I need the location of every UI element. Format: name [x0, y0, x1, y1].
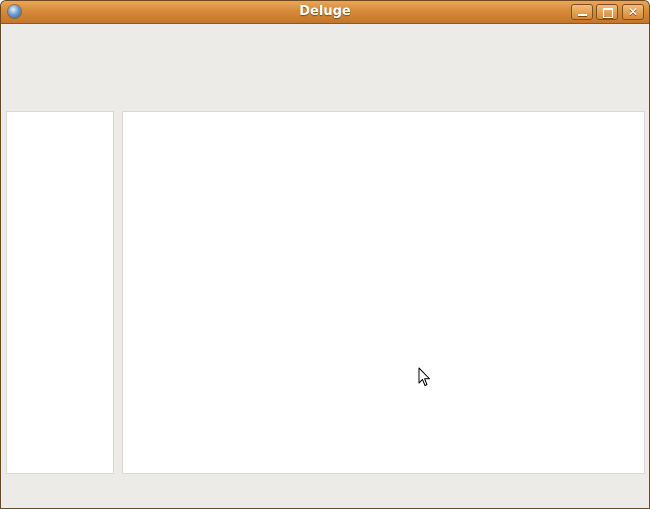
torrent-list-pane[interactable]: [122, 111, 645, 474]
sidebar-pane[interactable]: [6, 111, 114, 474]
close-button[interactable]: ✕: [622, 4, 644, 20]
toolbar-area: [1, 24, 649, 109]
minimize-icon: [578, 14, 587, 16]
status-bar: [1, 475, 649, 508]
minimize-button[interactable]: [571, 4, 593, 20]
close-icon: ✕: [627, 5, 639, 19]
maximize-button[interactable]: [596, 4, 618, 20]
window-title: Deluge: [299, 4, 351, 19]
mouse-pointer-icon: [418, 367, 430, 386]
title-bar[interactable]: Deluge ✕: [1, 1, 649, 24]
pane-divider[interactable]: [115, 111, 121, 474]
maximize-icon: [603, 8, 613, 18]
deluge-window: Deluge ✕: [0, 0, 650, 509]
